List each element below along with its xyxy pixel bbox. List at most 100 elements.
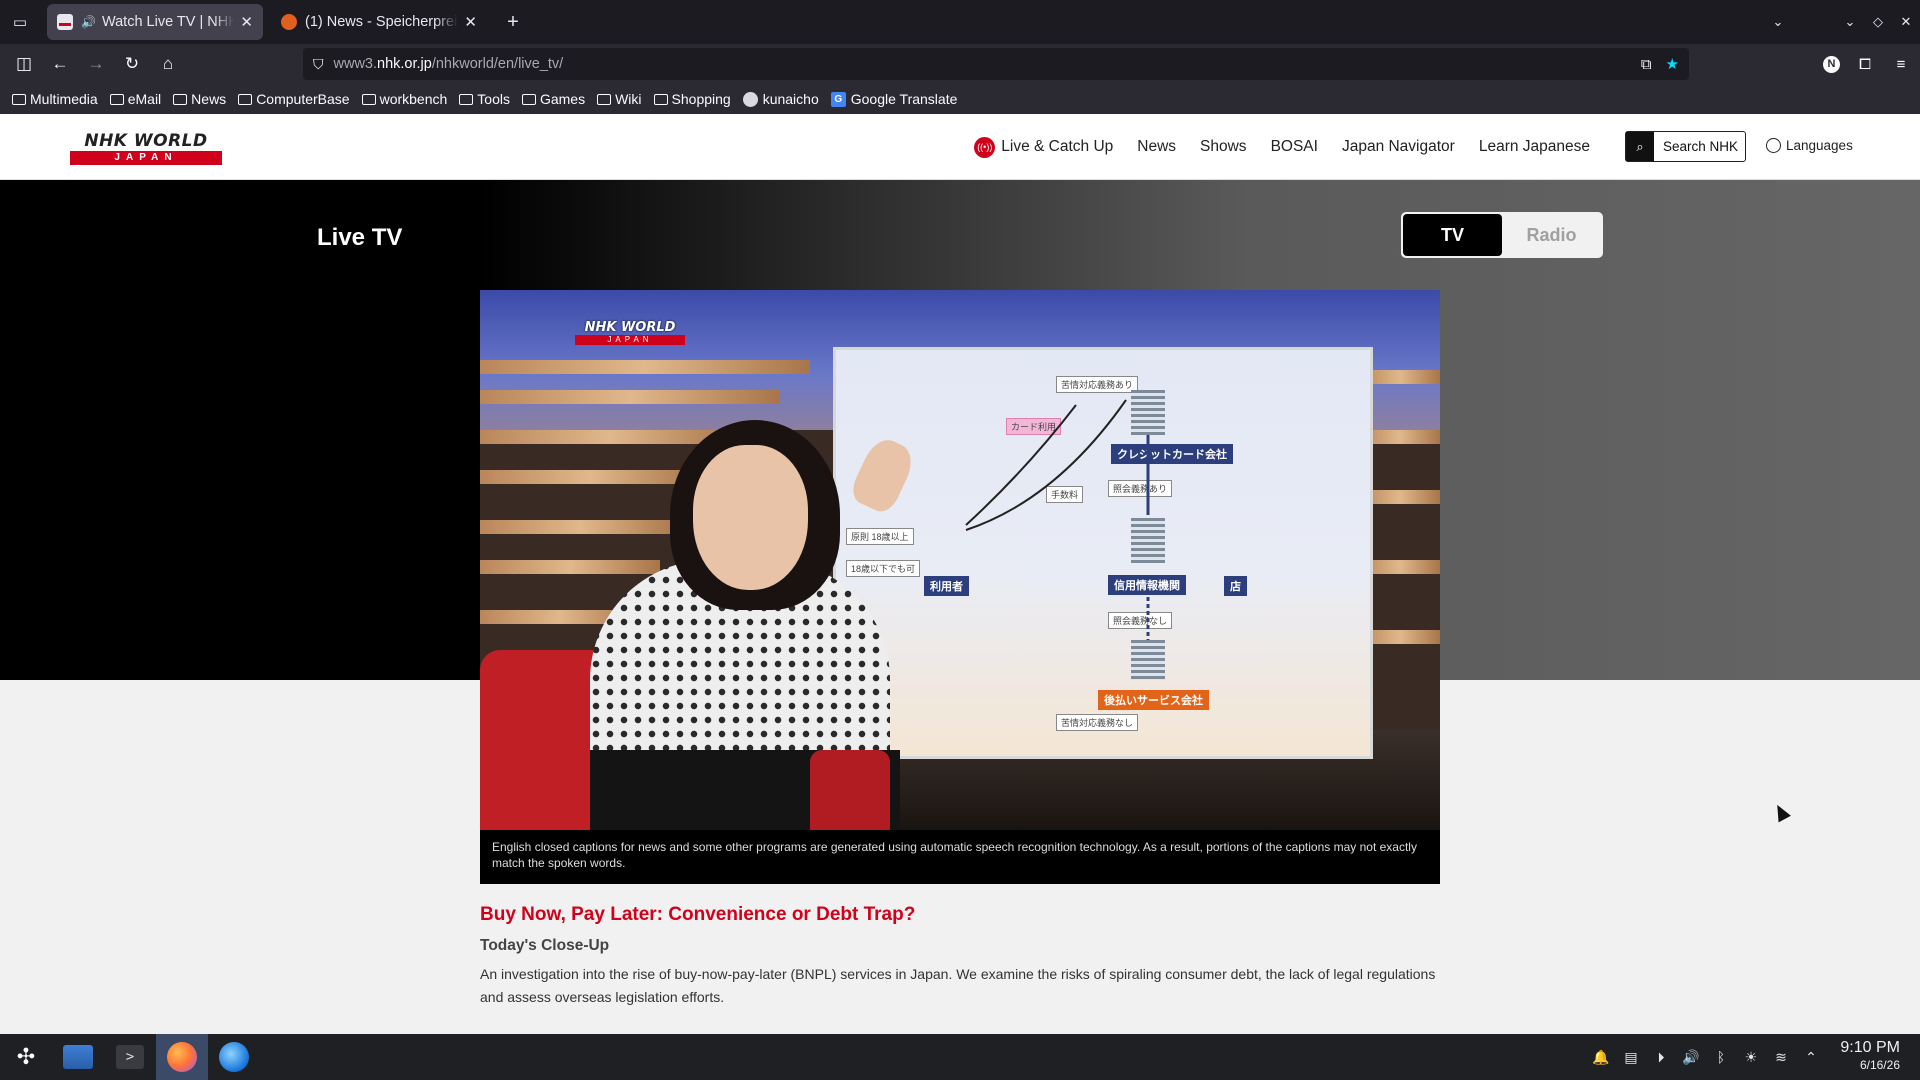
- tray-expand-chevron-icon[interactable]: ⌃: [1802, 1049, 1820, 1066]
- bookmark-folder-news[interactable]: News: [173, 91, 226, 107]
- folder-icon: [109, 93, 124, 105]
- close-window-icon[interactable]: ✕: [1892, 14, 1920, 30]
- computerbase-favicon-icon: [281, 14, 297, 30]
- tab-news[interactable]: (1) News - Speicherpreise in ✕: [271, 4, 487, 40]
- folder-icon: [12, 93, 26, 105]
- account-avatar-icon[interactable]: N: [1823, 55, 1840, 73]
- system-tray: 🔔 ▤ ⏵ 🔊 ᛒ ☀ ≋ ⌃: [1592, 1034, 1820, 1080]
- explainer-board: 苦情対応義務あり クレジットカード会社 照会義務あり 信用情報機関 照会義務なし…: [836, 350, 1370, 756]
- nhk-world-logo[interactable]: NHK WORLD JAPAN: [70, 132, 222, 166]
- nav-live-catch-up[interactable]: ((•)) Live & Catch Up: [974, 136, 1113, 158]
- speaker-icon[interactable]: 🔊: [81, 15, 96, 29]
- minimize-chevron-icon[interactable]: ⌄: [1836, 14, 1864, 30]
- browser-tab-strip: ▭ 🔊 Watch Live TV | NHK WORLD-JAPAN ✕ (1…: [0, 0, 1920, 44]
- bluetooth-icon[interactable]: ᛒ: [1712, 1049, 1730, 1065]
- new-tab-plus-icon[interactable]: +: [499, 11, 527, 34]
- site-favicon-icon: [742, 91, 758, 107]
- brightness-icon[interactable]: ☀: [1742, 1049, 1760, 1066]
- sidebar-toggle-icon[interactable]: ◫: [6, 48, 42, 80]
- page-title: Live TV: [317, 224, 403, 251]
- bookmark-kunaicho[interactable]: kunaicho: [742, 91, 819, 107]
- url-text[interactable]: www3.nhk.or.jp/nhkworld/en/live_tv/: [334, 56, 564, 72]
- tab-nhk-live[interactable]: 🔊 Watch Live TV | NHK WORLD-JAPAN ✕: [47, 4, 263, 40]
- thunderbird-icon: [219, 1042, 249, 1072]
- extensions-puzzle-icon[interactable]: ⧠: [1854, 56, 1876, 73]
- bookmark-folder-games[interactable]: Games: [521, 91, 585, 107]
- address-bar[interactable]: ⛉ www3.nhk.or.jp/nhkworld/en/live_tv/ ⧉ …: [303, 48, 1689, 80]
- bookmark-folder-tools[interactable]: Tools: [459, 91, 510, 107]
- tab-title: (1) News - Speicherpreise in: [305, 14, 458, 30]
- close-tab-icon[interactable]: ✕: [464, 13, 477, 31]
- notifications-bell-icon[interactable]: 🔔: [1592, 1049, 1610, 1066]
- system-taskbar: ✣ > 🔔 ▤ ⏵ 🔊 ᛒ ☀ ≋ ⌃ 9:10 PM 6/16/26: [0, 1034, 1920, 1080]
- nav-news[interactable]: News: [1137, 138, 1176, 156]
- folder-icon: [653, 93, 668, 105]
- window-controls: ⌄ ⌄ ◇ ✕: [1764, 0, 1920, 44]
- globe-icon: [1766, 138, 1781, 153]
- site-header: NHK WORLD JAPAN ((•)) Live & Catch Up New…: [0, 114, 1920, 180]
- radio-toggle-option[interactable]: Radio: [1502, 214, 1601, 256]
- list-all-tabs-chevron-icon[interactable]: ⌄: [1764, 14, 1792, 30]
- media-player-icon[interactable]: ⏵: [1652, 1049, 1670, 1066]
- reload-icon[interactable]: ↻: [114, 48, 150, 80]
- picture-in-picture-icon[interactable]: ⧉: [1641, 56, 1652, 73]
- channel-watermark: NHK WORLD JAPAN: [575, 320, 685, 345]
- bookmark-google-translate[interactable]: G Google Translate: [830, 91, 957, 107]
- volume-icon[interactable]: 🔊: [1682, 1049, 1700, 1066]
- nhk-favicon-icon: [57, 14, 73, 30]
- tab-overview-icon[interactable]: ▭: [0, 0, 40, 44]
- nav-japan-navigator[interactable]: Japan Navigator: [1342, 138, 1455, 156]
- app-launcher[interactable]: ✣: [0, 1034, 52, 1080]
- bookmark-star-icon[interactable]: ★: [1666, 55, 1679, 73]
- clipboard-icon[interactable]: ▤: [1622, 1049, 1640, 1066]
- search-nhk-button[interactable]: ⌕ Search NHK: [1625, 131, 1746, 162]
- nav-learn-japanese[interactable]: Learn Japanese: [1479, 138, 1590, 156]
- bookmark-folder-email[interactable]: eMail: [109, 91, 161, 107]
- folder-icon: [361, 93, 376, 105]
- back-arrow-icon[interactable]: ←: [42, 48, 78, 80]
- taskbar-files[interactable]: [52, 1034, 104, 1080]
- bookmark-folder-wiki[interactable]: Wiki: [597, 91, 642, 107]
- google-translate-icon: G: [830, 91, 846, 107]
- main-navigation: ((•)) Live & Catch Up News Shows BOSAI Ja…: [974, 114, 1590, 180]
- bookmark-folder-workbench[interactable]: workbench: [361, 91, 447, 107]
- firefox-icon: [167, 1042, 197, 1072]
- languages-button[interactable]: Languages: [1766, 138, 1853, 153]
- home-icon[interactable]: ⌂: [150, 48, 186, 80]
- nav-shows[interactable]: Shows: [1200, 138, 1247, 156]
- mouse-cursor-icon: [1771, 801, 1791, 823]
- maximize-diamond-icon[interactable]: ◇: [1864, 14, 1892, 30]
- bookmark-folder-shopping[interactable]: Shopping: [653, 91, 731, 107]
- bookmark-folder-multimedia[interactable]: Multimedia: [12, 91, 98, 107]
- tv-toggle-option[interactable]: TV: [1403, 214, 1502, 256]
- wifi-icon[interactable]: ≋: [1772, 1049, 1790, 1066]
- taskbar-terminal[interactable]: >: [104, 1034, 156, 1080]
- file-manager-icon: [63, 1045, 93, 1069]
- program-series-name: Today's Close-Up: [480, 937, 610, 954]
- live-video-player[interactable]: 苦情対応義務あり クレジットカード会社 照会義務あり 信用情報機関 照会義務なし…: [480, 290, 1440, 830]
- folder-icon: [521, 93, 536, 105]
- program-description: An investigation into the rise of buy-no…: [480, 966, 1436, 1005]
- taskbar-clock[interactable]: 9:10 PM 6/16/26: [1840, 1039, 1900, 1072]
- folder-icon: [597, 93, 612, 105]
- tracking-shield-icon[interactable]: ⛉: [313, 56, 324, 73]
- bookmark-folder-computerbase[interactable]: ComputerBase: [238, 91, 350, 107]
- taskbar-firefox[interactable]: [156, 1034, 208, 1080]
- browser-toolbar: ◫ ← → ↻ ⌂ ⛉ www3.nhk.or.jp/nhkworld/en/l…: [0, 44, 1920, 84]
- close-tab-icon[interactable]: ✕: [240, 13, 253, 31]
- folder-icon: [173, 93, 188, 105]
- menu-hamburger-icon[interactable]: ≡: [1890, 56, 1912, 73]
- nav-bosai[interactable]: BOSAI: [1271, 138, 1318, 156]
- program-title[interactable]: Buy Now, Pay Later: Convenience or Debt …: [480, 904, 915, 926]
- board-connector-lines: [965, 399, 1150, 640]
- tv-radio-toggle: TV Radio: [1401, 212, 1603, 258]
- launcher-icon: ✣: [16, 1044, 36, 1069]
- forward-arrow-icon[interactable]: →: [78, 48, 114, 80]
- folder-icon: [459, 93, 474, 105]
- terminal-icon: >: [116, 1045, 144, 1069]
- search-icon: ⌕: [1626, 132, 1654, 161]
- taskbar-thunderbird[interactable]: [208, 1034, 260, 1080]
- caption-disclaimer: English closed captions for news and som…: [480, 830, 1440, 884]
- page-viewport: NHK WORLD JAPAN ((•)) Live & Catch Up New…: [0, 114, 1920, 1034]
- folder-icon: [238, 93, 253, 105]
